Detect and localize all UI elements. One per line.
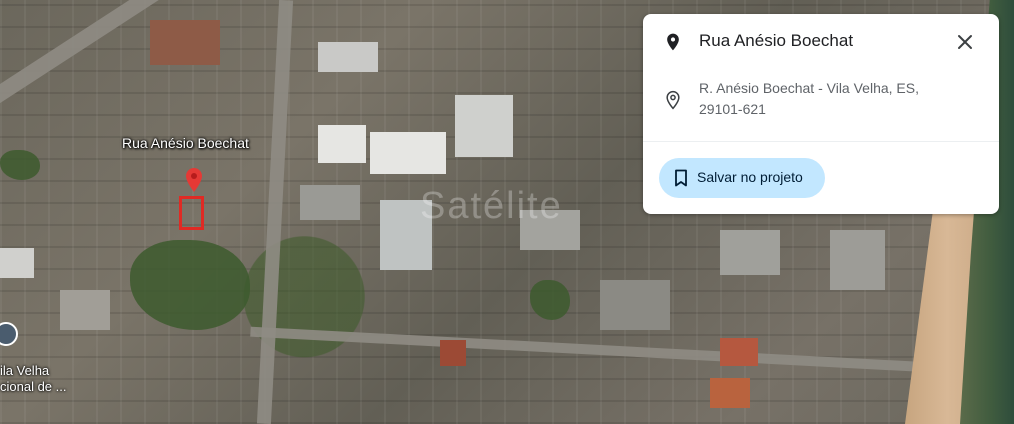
card-title-row: Rua Anésio Boechat bbox=[663, 30, 983, 54]
place-label: ila Velha cional de ... bbox=[0, 363, 67, 395]
map-building bbox=[300, 185, 360, 220]
place-info-card: Rua Anésio Boechat R. Anésio Boechat - V… bbox=[643, 14, 999, 214]
save-button-label: Salvar no projeto bbox=[697, 169, 803, 185]
map-watermark: Satélite bbox=[420, 185, 563, 227]
address-line1: R. Anésio Boechat - Vila Velha, ES, bbox=[699, 80, 919, 96]
map-vegetation bbox=[0, 150, 40, 180]
map-building bbox=[720, 338, 758, 366]
map-building-roof bbox=[0, 248, 34, 278]
address-line2: 29101-621 bbox=[699, 101, 766, 117]
place-marker-icon[interactable] bbox=[0, 322, 18, 346]
selected-parcel-outline[interactable] bbox=[179, 196, 204, 230]
location-pin-icon bbox=[666, 90, 680, 110]
map-building bbox=[600, 280, 670, 330]
place-label-line2: cional de ... bbox=[0, 379, 67, 394]
map-building bbox=[60, 290, 110, 330]
map-building bbox=[720, 230, 780, 275]
card-title: Rua Anésio Boechat bbox=[699, 31, 854, 50]
map-building-roof bbox=[318, 125, 366, 163]
map-building-roof bbox=[318, 42, 378, 72]
map-building bbox=[150, 20, 220, 65]
bookmark-icon bbox=[675, 169, 687, 187]
map-building bbox=[710, 378, 750, 408]
card-address: R. Anésio Boechat - Vila Velha, ES, 2910… bbox=[699, 78, 959, 120]
card-divider bbox=[643, 141, 999, 142]
street-label: Rua Anésio Boechat bbox=[122, 135, 249, 151]
map-building bbox=[830, 230, 885, 290]
card-address-row: R. Anésio Boechat - Vila Velha, ES, 2910… bbox=[663, 78, 983, 122]
location-pin-icon bbox=[667, 33, 679, 51]
map-marker-pin-icon[interactable] bbox=[186, 168, 202, 192]
place-label-line1: ila Velha bbox=[0, 363, 50, 378]
map-vegetation bbox=[530, 280, 570, 320]
map-building bbox=[440, 340, 466, 366]
map-building-roof bbox=[455, 95, 513, 157]
map-building-roof bbox=[370, 132, 446, 174]
map-vegetation bbox=[130, 240, 250, 330]
map-road-main bbox=[256, 0, 294, 424]
close-icon[interactable] bbox=[953, 30, 977, 54]
save-to-project-button[interactable]: Salvar no projeto bbox=[659, 158, 825, 198]
map-road-horizontal bbox=[250, 326, 950, 374]
